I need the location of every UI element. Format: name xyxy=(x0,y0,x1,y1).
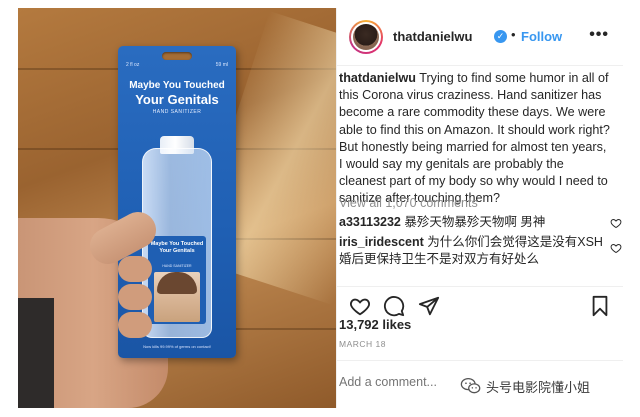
more-options-icon[interactable]: ••• xyxy=(589,26,609,44)
add-comment-input[interactable] xyxy=(339,375,449,389)
caption-username[interactable]: thatdanielwu xyxy=(339,71,416,85)
comment-username[interactable]: a33113232 xyxy=(339,215,401,229)
bookmark-icon[interactable] xyxy=(589,295,611,317)
action-bar xyxy=(337,286,623,317)
sleeve xyxy=(18,298,54,408)
post-photo: 2 fl oz 59 ml Maybe You Touched Your Gen… xyxy=(18,8,336,408)
heart-icon[interactable] xyxy=(349,295,371,317)
bottle-label: Maybe You Touched Your Genitals HAND SAN… xyxy=(148,236,206,324)
comment-username[interactable]: iris_iridescent xyxy=(339,235,424,249)
watermark: 头号电影院懂小姐 xyxy=(460,374,590,398)
card-title-line2: Your Genitals xyxy=(135,92,219,107)
card-size-left: 2 fl oz xyxy=(126,62,140,68)
verified-badge-icon: ✓ xyxy=(494,30,507,43)
post-header: thatdanielwu ✓ • Follow ••• xyxy=(337,8,623,66)
view-all-comments-link[interactable]: View all 1,070 comments xyxy=(339,196,478,210)
header-username[interactable]: thatdanielwu xyxy=(393,29,472,44)
finger xyxy=(118,312,152,338)
card-size-right: 59 ml xyxy=(215,62,228,68)
comment-like-heart-icon[interactable] xyxy=(610,217,622,229)
post-caption: thatdanielwu Trying to find some humor i… xyxy=(337,70,623,208)
comment-item: a33113232 暴殄天物暴殄天物啊 男神 xyxy=(339,214,611,231)
comment-bubble-icon[interactable] xyxy=(383,295,405,317)
hang-hole xyxy=(162,52,192,60)
avatar[interactable] xyxy=(349,20,383,54)
paper-plane-icon[interactable] xyxy=(418,295,440,317)
card-title-line1: Maybe You Touched xyxy=(129,80,225,91)
card-footer-text: Now kills 99.99% of germs on contact! xyxy=(143,344,211,349)
likes-count[interactable]: 13,792 likes xyxy=(339,317,411,332)
card-subtitle: HAND SANITIZER xyxy=(152,109,202,115)
caption-text: Trying to find some humor in all of this… xyxy=(339,71,610,206)
watermark-text: 头号电影院懂小姐 xyxy=(486,380,591,396)
bottle-label-subtitle: HAND SANITIZER xyxy=(162,264,192,268)
post-panel: thatdanielwu ✓ • Follow ••• thatdanielwu… xyxy=(336,8,623,408)
bottle-label-title: Maybe You Touched Your Genitals xyxy=(150,241,204,254)
follow-button[interactable]: Follow xyxy=(521,29,562,44)
post-date: MARCH 18 xyxy=(339,339,386,349)
comment-text: 暴殄天物暴殄天物啊 男神 xyxy=(404,215,546,229)
comment-like-heart-icon[interactable] xyxy=(610,242,622,254)
wechat-icon xyxy=(460,378,481,394)
comment-item: iris_iridescent 为什么你们会觉得这是没有XSH婚后更保持卫生不是… xyxy=(339,234,611,268)
header-separator: • xyxy=(511,27,516,42)
finger xyxy=(118,256,152,282)
finger xyxy=(118,284,152,310)
avatar-image xyxy=(353,24,379,50)
